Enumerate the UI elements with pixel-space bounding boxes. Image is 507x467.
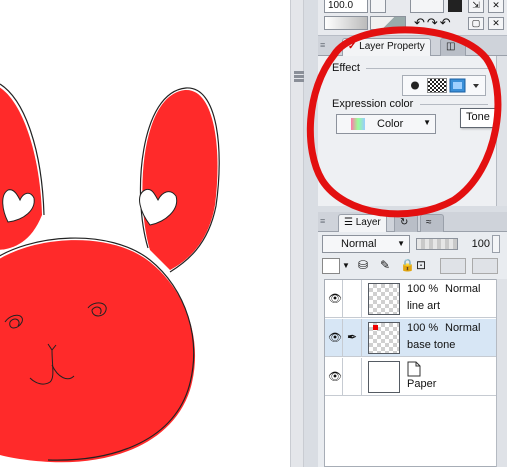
layer-thumbnail bbox=[368, 322, 400, 354]
opacity-slider[interactable] bbox=[416, 238, 458, 250]
eye-icon: 👁 bbox=[328, 293, 342, 305]
layer-row-base-tone[interactable]: 👁 ✒ 100 % Normal base tone bbox=[325, 319, 500, 357]
mask-button[interactable] bbox=[440, 258, 466, 274]
edit-target-column[interactable]: ✒ bbox=[343, 319, 362, 357]
layer-opacity: 100 % bbox=[407, 283, 439, 295]
blend-mode-value: Normal bbox=[341, 238, 377, 250]
annotation-circle bbox=[306, 26, 502, 218]
edit-target-column[interactable] bbox=[343, 280, 362, 318]
right-panel-dock: 100.0 ⇲ ✕ ↶↷↶ ▢ ✕ ≡ ✓ Layer Property ◫ E… bbox=[304, 0, 507, 467]
ruler-button[interactable] bbox=[472, 258, 498, 274]
layer-thumbnail bbox=[368, 283, 400, 315]
layer-blend-mode: Normal bbox=[445, 283, 481, 295]
layer-list: 👁 100 % Normal line art 👁 ✒ 100 % Normal… bbox=[324, 279, 501, 467]
visibility-toggle[interactable]: 👁 bbox=[325, 358, 343, 396]
layer-meta: 100 % Normal bbox=[407, 283, 480, 295]
scrollbar[interactable] bbox=[496, 279, 507, 467]
reference-layer-icon[interactable]: ⛁ bbox=[358, 258, 368, 274]
pen-icon: ✒ bbox=[347, 330, 358, 344]
visibility-toggle[interactable]: 👁 bbox=[325, 319, 343, 357]
dropdown-arrow-icon[interactable]: ▼ bbox=[342, 258, 350, 274]
layer-blend-mode: Normal bbox=[445, 322, 481, 334]
dropdown-arrow-icon: ▼ bbox=[397, 239, 405, 248]
layer-panel: Normal ▼ 100 ▼ ⛁ ✎ 🔒 ⊡ 👁 100 % Normal li… bbox=[318, 232, 507, 467]
tone-mark bbox=[373, 325, 378, 330]
lock-icon[interactable]: 🔒 bbox=[400, 258, 415, 274]
bunny-illustration bbox=[0, 83, 220, 463]
layer-name: line art bbox=[407, 300, 441, 312]
opacity-spin-button[interactable] bbox=[492, 235, 500, 253]
layer-row-paper[interactable]: 👁 Paper bbox=[325, 358, 500, 396]
draft-layer-icon[interactable]: ✎ bbox=[380, 258, 390, 274]
visibility-toggle[interactable]: 👁 bbox=[325, 280, 343, 318]
drawing-canvas[interactable] bbox=[0, 0, 290, 467]
eye-icon: 👁 bbox=[328, 371, 342, 383]
layer-row-line-art[interactable]: 👁 100 % Normal line art bbox=[325, 280, 500, 318]
blend-mode-select[interactable]: Normal ▼ bbox=[322, 235, 410, 253]
layer-name: Paper bbox=[407, 378, 437, 390]
opacity-value[interactable]: 100 bbox=[462, 235, 490, 253]
edit-target-column[interactable] bbox=[343, 358, 362, 396]
layer-name: base tone bbox=[407, 339, 456, 351]
panel-splitter[interactable]: ▬ ▬ ▬ bbox=[290, 0, 304, 467]
layer-opacity: 100 % bbox=[407, 322, 439, 334]
lock-transparency-icon[interactable]: ⊡ bbox=[416, 258, 426, 274]
layer-thumbnail bbox=[368, 361, 400, 393]
layer-color-button[interactable] bbox=[322, 258, 340, 274]
layer-meta: 100 % Normal bbox=[407, 322, 480, 334]
splitter-grip-icon[interactable]: ▬ ▬ ▬ bbox=[294, 67, 304, 85]
eye-icon: 👁 bbox=[328, 332, 342, 344]
